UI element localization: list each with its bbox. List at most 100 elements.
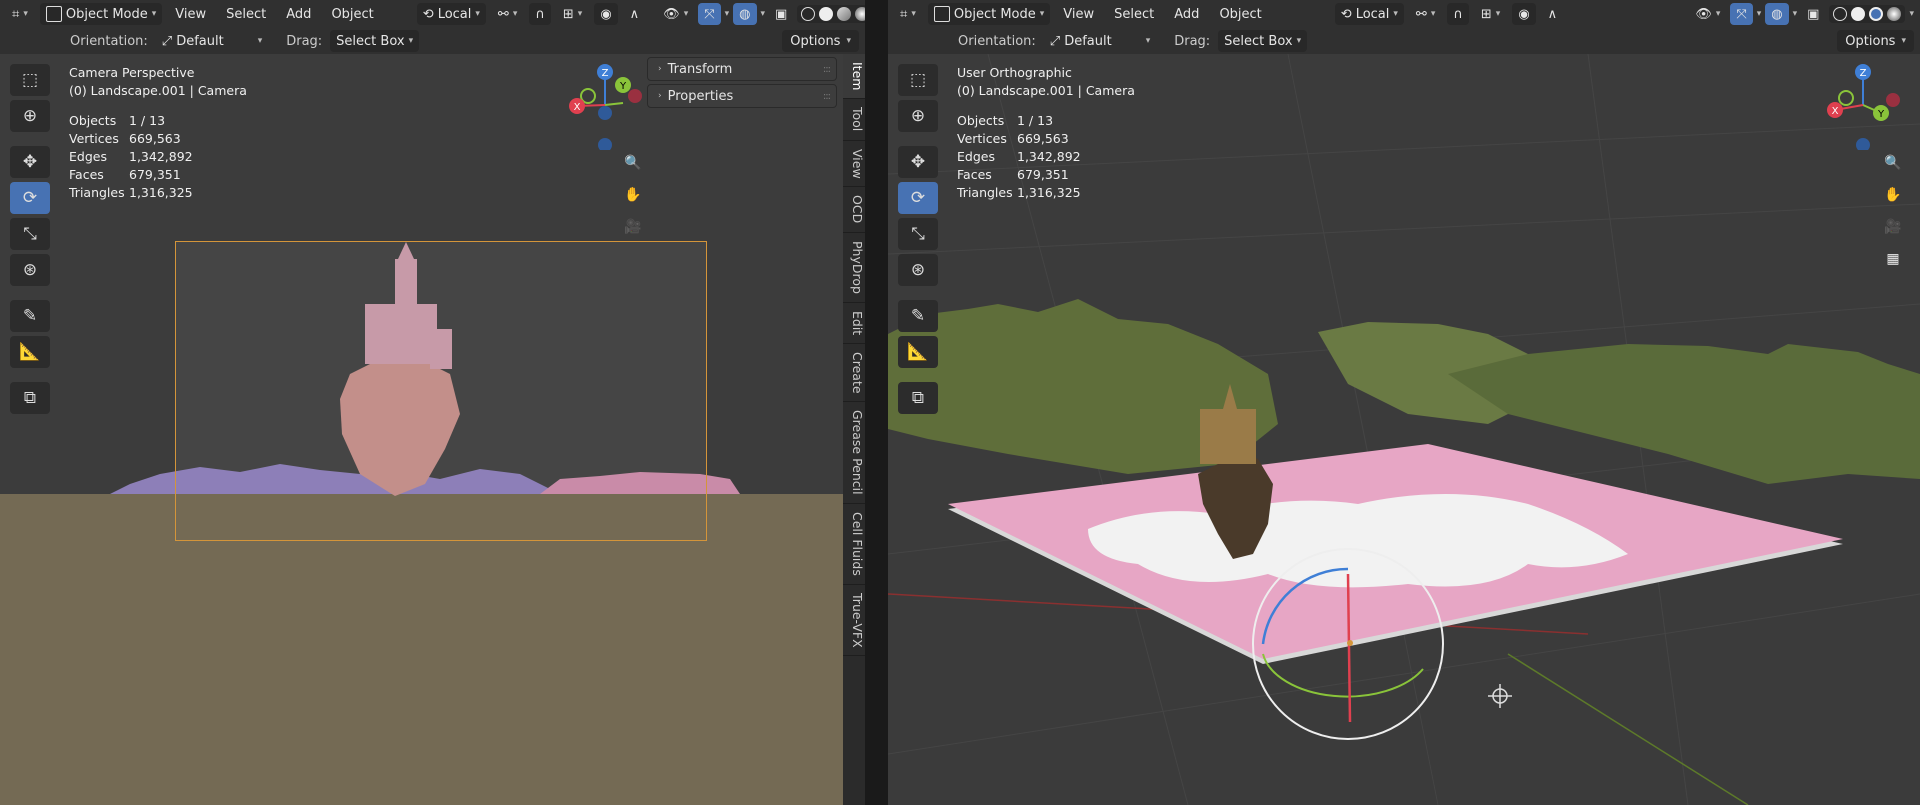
tab-tool[interactable]: Tool bbox=[843, 99, 865, 141]
pan-button[interactable]: ✋ bbox=[620, 182, 646, 208]
mode-dropdown[interactable]: Object Mode ▾ bbox=[39, 3, 163, 25]
menu-add[interactable]: Add bbox=[279, 7, 318, 22]
visibility-button[interactable]: 👁 ▾ bbox=[1689, 3, 1726, 25]
menu-select[interactable]: Select bbox=[219, 7, 273, 22]
orientation-dropdown[interactable]: ⤢ Default ▾ bbox=[156, 30, 268, 52]
add-cube-tool[interactable]: ⧉ bbox=[898, 382, 938, 414]
drag-dropdown[interactable]: Select Box ▾ bbox=[1218, 30, 1308, 52]
menu-view[interactable]: View bbox=[168, 7, 213, 22]
add-cube-tool[interactable]: ⧉ bbox=[10, 382, 50, 414]
gizmo-dropdown-icon[interactable]: ▾ bbox=[1757, 9, 1762, 19]
tab-create[interactable]: Create bbox=[843, 344, 865, 403]
shading-dropdown-icon[interactable]: ▾ bbox=[1909, 9, 1914, 19]
wireframe-shading-icon[interactable] bbox=[801, 7, 816, 21]
select-box-tool[interactable]: ⬚ bbox=[10, 64, 50, 96]
menu-view[interactable]: View bbox=[1056, 7, 1101, 22]
overlays-toggle[interactable]: ◍ bbox=[1765, 3, 1789, 25]
gizmo-toggle[interactable]: ⤧ bbox=[698, 3, 721, 25]
neg-x-axis[interactable] bbox=[628, 89, 642, 103]
solid-shading-icon[interactable] bbox=[1851, 7, 1866, 21]
wireframe-shading-icon[interactable] bbox=[1833, 7, 1848, 21]
orientation-dropdown[interactable]: ⤢ Default ▾ bbox=[1044, 30, 1156, 52]
mode-dropdown[interactable]: Object Mode ▾ bbox=[927, 3, 1051, 25]
editor-type-button[interactable]: ⌗ ▾ bbox=[6, 3, 34, 25]
camera-view-button[interactable]: 🎥 bbox=[620, 214, 646, 240]
visibility-button[interactable]: 👁 ▾ bbox=[657, 3, 694, 25]
solid-shading-icon[interactable] bbox=[819, 7, 834, 21]
transform-orientation-dropdown[interactable]: ⟲ Local ▾ bbox=[416, 3, 486, 25]
xray-toggle[interactable]: ▣ bbox=[769, 3, 793, 25]
transform-tool[interactable]: ⊛ bbox=[898, 254, 938, 286]
zoom-button[interactable]: 🔍 bbox=[1880, 150, 1906, 176]
gizmo-toggle[interactable]: ⤧ bbox=[1730, 3, 1753, 25]
falloff-button[interactable]: ∧ bbox=[624, 3, 646, 25]
gizmo-dropdown-icon[interactable]: ▾ bbox=[725, 9, 730, 19]
rotate-tool[interactable]: ⟳ bbox=[898, 182, 938, 214]
transform-orientation-dropdown[interactable]: ⟲ Local ▾ bbox=[1334, 3, 1404, 25]
viewport-canvas[interactable]: ⬚ ⊕ ✥ ⟳ ⤡ ⊛ ✎ 📐 ⧉ Camera Perspective (0)… bbox=[0, 54, 865, 805]
cursor-tool[interactable]: ⊕ bbox=[10, 100, 50, 132]
measure-tool[interactable]: 📐 bbox=[10, 336, 50, 368]
grip-icon[interactable]: ::: bbox=[823, 64, 831, 75]
neg-z-axis[interactable] bbox=[1856, 138, 1870, 150]
snap-toggle[interactable]: ∩ bbox=[529, 3, 551, 25]
perspective-toggle-button[interactable]: ▦ bbox=[1880, 246, 1906, 272]
move-tool[interactable]: ✥ bbox=[10, 146, 50, 178]
tab-view[interactable]: View bbox=[843, 141, 865, 188]
tab-item[interactable]: Item bbox=[843, 54, 865, 100]
move-tool[interactable]: ✥ bbox=[898, 146, 938, 178]
tab-cell-fluids[interactable]: Cell Fluids bbox=[843, 504, 865, 585]
zoom-button[interactable]: 🔍 bbox=[620, 150, 646, 176]
grip-icon[interactable]: ::: bbox=[823, 91, 831, 102]
snap-toggle[interactable]: ∩ bbox=[1447, 3, 1469, 25]
scale-tool[interactable]: ⤡ bbox=[898, 218, 938, 250]
select-box-tool[interactable]: ⬚ bbox=[898, 64, 938, 96]
panel-transform[interactable]: › Transform::: bbox=[647, 57, 837, 81]
neg-z-axis[interactable] bbox=[598, 106, 612, 120]
transform-tool[interactable]: ⊛ bbox=[10, 254, 50, 286]
options-dropdown[interactable]: Options ▾ bbox=[1837, 30, 1914, 52]
pan-button[interactable]: ✋ bbox=[1880, 182, 1906, 208]
cursor-tool[interactable]: ⊕ bbox=[898, 100, 938, 132]
menu-select[interactable]: Select bbox=[1107, 7, 1161, 22]
tab-ocd[interactable]: OCD bbox=[843, 187, 865, 233]
scale-tool[interactable]: ⤡ bbox=[10, 218, 50, 250]
tab-true-vfx[interactable]: True-VFX bbox=[843, 585, 865, 657]
material-shading-icon[interactable] bbox=[837, 7, 852, 21]
overlays-dropdown-icon[interactable]: ▾ bbox=[1793, 9, 1798, 19]
area-divider[interactable] bbox=[865, 0, 888, 805]
options-dropdown[interactable]: Options ▾ bbox=[782, 30, 859, 52]
rendered-shading-icon[interactable] bbox=[855, 7, 865, 21]
tab-phydrop[interactable]: PhyDrop bbox=[843, 233, 865, 303]
neg-x-axis[interactable] bbox=[1886, 93, 1900, 107]
pivot-button[interactable]: ⚯ ▾ bbox=[1410, 3, 1441, 25]
proportional-edit-toggle[interactable]: ◉ bbox=[1512, 3, 1536, 25]
annotate-tool[interactable]: ✎ bbox=[898, 300, 938, 332]
neg-y-axis[interactable] bbox=[1838, 90, 1854, 106]
overlays-dropdown-icon[interactable]: ▾ bbox=[761, 9, 766, 19]
menu-add[interactable]: Add bbox=[1167, 7, 1206, 22]
falloff-button[interactable]: ∧ bbox=[1542, 3, 1564, 25]
snap-target-button[interactable]: ⊞ ▾ bbox=[557, 3, 588, 25]
editor-type-button[interactable]: ⌗ ▾ bbox=[894, 3, 922, 25]
proportional-edit-toggle[interactable]: ◉ bbox=[594, 3, 618, 25]
tab-edit[interactable]: Edit bbox=[843, 303, 865, 344]
viewport-canvas[interactable]: ⬚ ⊕ ✥ ⟳ ⤡ ⊛ ✎ 📐 ⧉ User Orthographic (0) … bbox=[888, 54, 1920, 805]
rendered-shading-icon[interactable] bbox=[1887, 7, 1902, 21]
panel-properties[interactable]: › Properties::: bbox=[647, 84, 837, 108]
overlays-toggle[interactable]: ◍ bbox=[733, 3, 757, 25]
tab-grease-pencil[interactable]: Grease Pencil bbox=[843, 402, 865, 504]
menu-object[interactable]: Object bbox=[324, 7, 380, 22]
snap-target-button[interactable]: ⊞ ▾ bbox=[1475, 3, 1506, 25]
menu-object[interactable]: Object bbox=[1212, 7, 1268, 22]
drag-dropdown[interactable]: Select Box ▾ bbox=[330, 30, 420, 52]
xray-toggle[interactable]: ▣ bbox=[1801, 3, 1825, 25]
material-shading-icon[interactable] bbox=[1869, 7, 1884, 21]
navigation-gizmo[interactable]: Z Y X bbox=[1818, 60, 1908, 150]
navigation-gizmo[interactable]: Z Y X bbox=[560, 60, 650, 150]
rotate-tool[interactable]: ⟳ bbox=[10, 182, 50, 214]
annotate-tool[interactable]: ✎ bbox=[10, 300, 50, 332]
measure-tool[interactable]: 📐 bbox=[898, 336, 938, 368]
pivot-button[interactable]: ⚯ ▾ bbox=[492, 3, 523, 25]
camera-view-button[interactable]: 🎥 bbox=[1880, 214, 1906, 240]
